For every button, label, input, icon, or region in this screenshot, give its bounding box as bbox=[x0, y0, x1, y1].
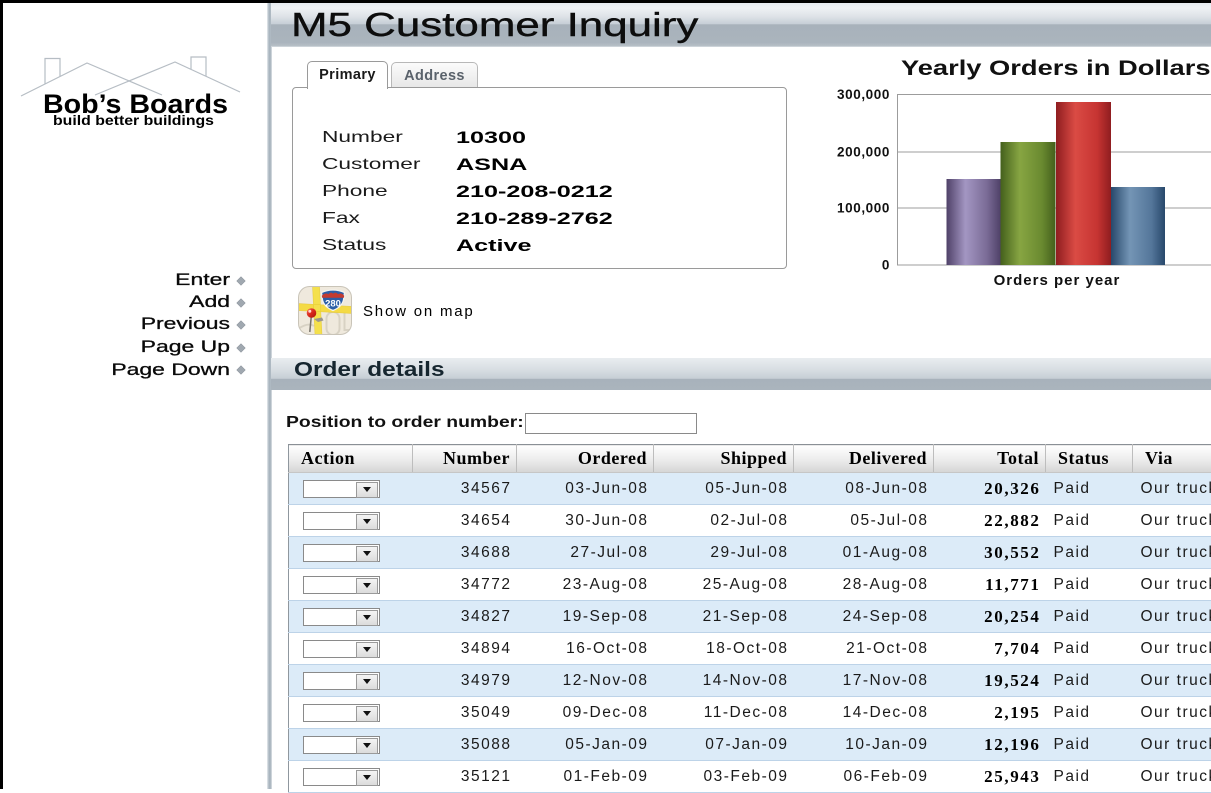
svg-text:build better buildings: build better buildings bbox=[53, 113, 214, 128]
svg-text:280: 280 bbox=[325, 299, 341, 310]
svg-text:300,000: 300,000 bbox=[837, 87, 890, 102]
svg-text:Orders per year: Orders per year bbox=[994, 272, 1121, 289]
svg-text:0: 0 bbox=[882, 258, 890, 273]
